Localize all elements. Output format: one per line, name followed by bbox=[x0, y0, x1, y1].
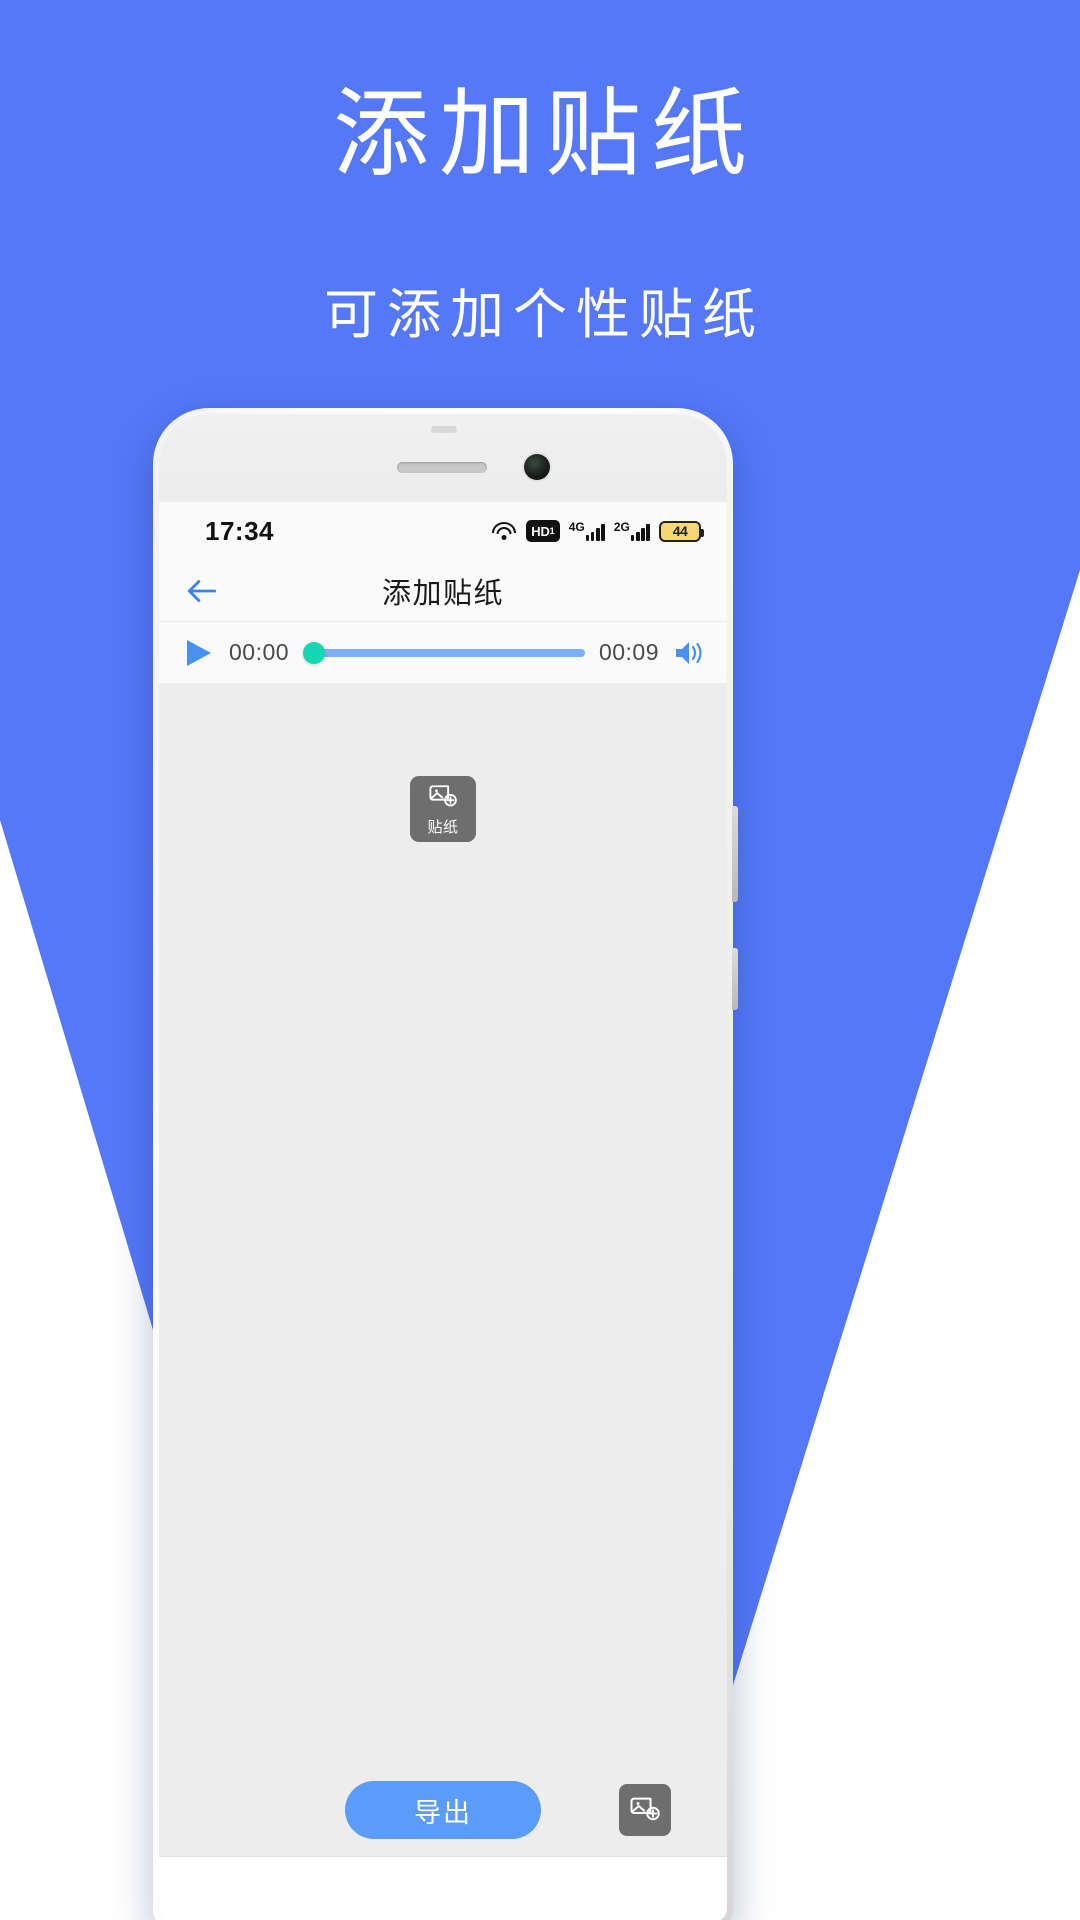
earpiece-speaker bbox=[397, 462, 487, 473]
phone-volume-button bbox=[732, 806, 738, 902]
battery-level: 44 bbox=[672, 523, 688, 539]
editor-panel: 贴纸 导出 bbox=[159, 684, 727, 1920]
promo-title: 添加贴纸 bbox=[333, 81, 757, 188]
front-camera-icon bbox=[524, 454, 550, 480]
app-header: 添加贴纸 bbox=[159, 560, 727, 622]
sticker-tool-label: 贴纸 bbox=[427, 819, 459, 836]
back-arrow-icon[interactable] bbox=[183, 572, 221, 610]
total-time-label: 00:09 bbox=[598, 639, 659, 665]
phone-top-bezel bbox=[159, 414, 727, 502]
wifi-icon bbox=[491, 521, 517, 541]
player-controls: 00:00 00:09 bbox=[159, 622, 727, 684]
sticker-add-icon bbox=[429, 781, 457, 814]
hd-sub: 1 bbox=[549, 525, 555, 536]
editor-action-bar: 导出 bbox=[159, 1764, 727, 1856]
promo-headline-block: 添加贴纸 可添加个性贴纸 bbox=[0, 80, 1080, 349]
phone-power-button bbox=[732, 948, 738, 1010]
app-screen: 17:34 HD 1 4G 2G 44 添加贴纸 00:00 00:09 贴纸 … bbox=[159, 502, 727, 1920]
status-bar: 17:34 HD 1 4G 2G 44 bbox=[159, 502, 727, 560]
bottom-sheet bbox=[159, 1856, 727, 1920]
volume-icon[interactable] bbox=[673, 638, 707, 668]
phone-mockup: 17:34 HD 1 4G 2G 44 添加贴纸 00:00 00:09 贴纸 … bbox=[153, 408, 738, 1920]
phone-screen-frame: 17:34 HD 1 4G 2G 44 添加贴纸 00:00 00:09 贴纸 … bbox=[159, 414, 727, 1920]
hd-label: HD bbox=[531, 523, 550, 539]
status-icon-group: HD 1 4G 2G 44 bbox=[491, 520, 704, 542]
signal-icon-sim2: 2G bbox=[613, 520, 650, 541]
seek-bar[interactable] bbox=[303, 640, 585, 666]
sim1-network-label: 4G bbox=[568, 520, 585, 534]
status-clock: 17:34 bbox=[205, 515, 274, 546]
add-sticker-button[interactable] bbox=[619, 1784, 671, 1836]
signal-icon-sim1: 4G bbox=[568, 520, 605, 541]
export-button[interactable]: 导出 bbox=[345, 1781, 541, 1839]
page-title: 添加贴纸 bbox=[381, 577, 504, 610]
sim2-network-label: 2G bbox=[613, 520, 630, 534]
hd-voice-icon: HD 1 bbox=[526, 520, 560, 542]
current-time-label: 00:00 bbox=[229, 639, 290, 665]
promo-subtitle: 可添加个性贴纸 bbox=[324, 285, 765, 346]
sticker-add-icon bbox=[630, 1793, 660, 1828]
seek-track bbox=[313, 648, 585, 657]
seek-thumb[interactable] bbox=[303, 641, 326, 664]
sticker-tool-button[interactable]: 贴纸 bbox=[410, 776, 476, 842]
play-icon[interactable] bbox=[181, 636, 215, 670]
phone-sensor-slot bbox=[431, 426, 457, 433]
battery-icon: 44 bbox=[659, 520, 704, 542]
